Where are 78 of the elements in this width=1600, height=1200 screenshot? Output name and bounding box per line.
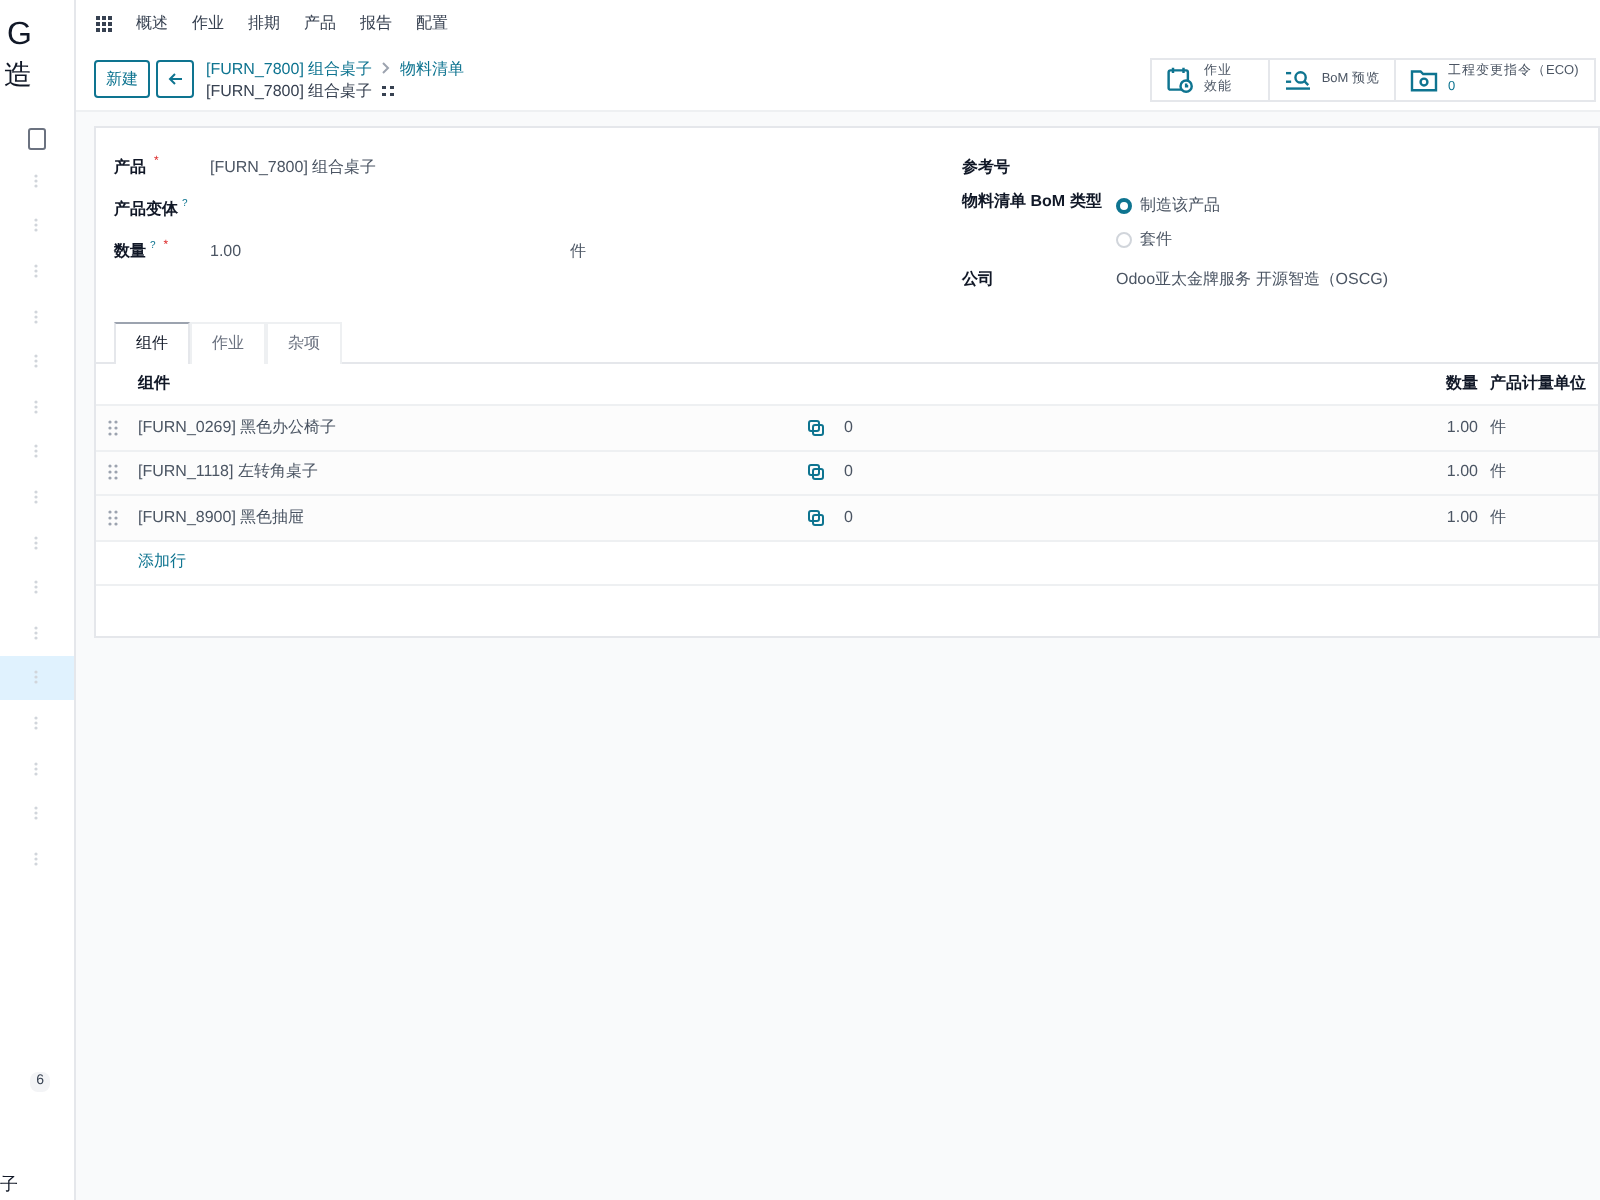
tab[interactable]: 作业 bbox=[190, 322, 266, 364]
menu-item[interactable]: 作业 bbox=[192, 12, 224, 36]
drag-handle-icon bbox=[34, 309, 38, 324]
menu-item[interactable]: 排期 bbox=[248, 12, 280, 36]
breadcrumb-link[interactable]: 物料清单 bbox=[400, 57, 465, 79]
tab[interactable]: 组件 bbox=[114, 322, 190, 364]
table-cell-text: 件 bbox=[1490, 505, 1508, 530]
menu-item[interactable]: 报告 bbox=[360, 12, 392, 36]
calendar-clock-icon bbox=[1165, 65, 1194, 93]
column-header: 产品计量单位 bbox=[1490, 372, 1588, 396]
folder-icon bbox=[1410, 67, 1438, 91]
copy-icon[interactable] bbox=[808, 419, 824, 436]
breadcrumb-link[interactable]: [FURN_7800] 组合桌子 bbox=[206, 57, 373, 79]
field-value[interactable]: Odoo亚太金牌服务 开源智造（OSCG) bbox=[1116, 268, 1389, 292]
column-header: 数量 bbox=[1446, 372, 1478, 396]
document-icon bbox=[28, 128, 48, 150]
radio-option[interactable]: 套件 bbox=[1116, 222, 1220, 256]
drag-handle-icon[interactable] bbox=[108, 509, 118, 526]
table-cell-text: 件 bbox=[1490, 460, 1508, 485]
drag-handle-icon[interactable] bbox=[108, 419, 118, 436]
drag-handle-icon bbox=[34, 263, 38, 278]
table-cell-text: 0 bbox=[844, 505, 855, 530]
back-arrow-icon bbox=[167, 72, 183, 86]
field-label: 产品 bbox=[114, 155, 146, 179]
field-label: 数量 bbox=[114, 239, 146, 263]
table-cell-text: 0 bbox=[844, 460, 855, 485]
table-cell-text: 0 bbox=[844, 415, 855, 440]
drag-handle-icon bbox=[34, 535, 38, 550]
table-cell-text: [FURN_1118] 左转角桌子 bbox=[138, 460, 320, 485]
drag-handle-icon bbox=[34, 173, 38, 188]
field-label: 公司 bbox=[962, 268, 996, 292]
table-cell: 1.00 bbox=[1446, 415, 1478, 440]
add-line-link[interactable]: 添加行 bbox=[138, 550, 186, 574]
drag-handle-icon bbox=[34, 715, 38, 730]
menu-item[interactable]: 概述 bbox=[136, 12, 168, 36]
drag-handle-icon[interactable] bbox=[108, 464, 118, 481]
field-value[interactable]: [FURN_7800] 组合桌子 bbox=[210, 155, 570, 179]
field-label: 物料清单 BoM 类型 bbox=[962, 190, 1104, 214]
drag-handle-icon bbox=[34, 489, 38, 504]
sidebar-text: 子 bbox=[0, 1172, 20, 1196]
radio-option[interactable]: 制造该产品 bbox=[1116, 188, 1220, 222]
list-search-icon bbox=[1283, 67, 1312, 91]
record-title: [FURN_7800] 组合桌子 bbox=[206, 79, 373, 101]
sidebar-title: G bbox=[7, 16, 32, 56]
table-cell-text: [FURN_0269] 黑色办公椅子 bbox=[138, 415, 339, 440]
table-cell-text: 件 bbox=[1490, 415, 1508, 440]
chevron-right-icon bbox=[382, 62, 391, 74]
drag-handle-icon bbox=[34, 444, 38, 459]
tab[interactable]: 杂项 bbox=[266, 322, 342, 364]
apps-menu-icon[interactable] bbox=[96, 16, 112, 32]
copy-icon[interactable] bbox=[808, 464, 824, 481]
field-label: 参考号 bbox=[962, 155, 1010, 179]
menu-item[interactable]: 配置 bbox=[416, 12, 448, 36]
radio-button[interactable] bbox=[1116, 197, 1132, 213]
table-row[interactable]: [FURN_1118] 左转角桌子 0 1.00 件 bbox=[96, 451, 1598, 496]
field-value[interactable]: 1.00 bbox=[210, 239, 570, 263]
table-cell-text: [FURN_8900] 黑色抽屉 bbox=[138, 505, 307, 530]
copy-icon[interactable] bbox=[808, 509, 824, 526]
drag-handle-icon bbox=[34, 399, 38, 414]
drag-handle-icon bbox=[34, 806, 38, 821]
drag-handle-icon bbox=[34, 354, 38, 369]
menu-item[interactable]: 产品 bbox=[304, 12, 336, 36]
drag-handle-icon bbox=[34, 851, 38, 866]
sidebar-subtitle: 造 bbox=[4, 56, 32, 92]
unit-value[interactable]: 件 bbox=[570, 239, 586, 263]
back-button[interactable] bbox=[156, 60, 194, 98]
field-label: 产品变体 bbox=[114, 197, 178, 221]
table-cell: 1.00 bbox=[1446, 505, 1478, 530]
column-header: 组件 bbox=[138, 372, 172, 396]
drag-handle-icon bbox=[34, 218, 38, 233]
sidebar-item[interactable] bbox=[0, 655, 74, 701]
drag-handle-icon bbox=[34, 625, 38, 640]
drag-handle-icon bbox=[34, 670, 38, 685]
new-button[interactable]: 新建 bbox=[94, 60, 150, 98]
drag-handle-icon bbox=[34, 761, 38, 776]
drag-handle-icon bbox=[34, 580, 38, 595]
table-cell: 1.00 bbox=[1446, 460, 1478, 485]
sliders-icon[interactable] bbox=[382, 85, 395, 95]
